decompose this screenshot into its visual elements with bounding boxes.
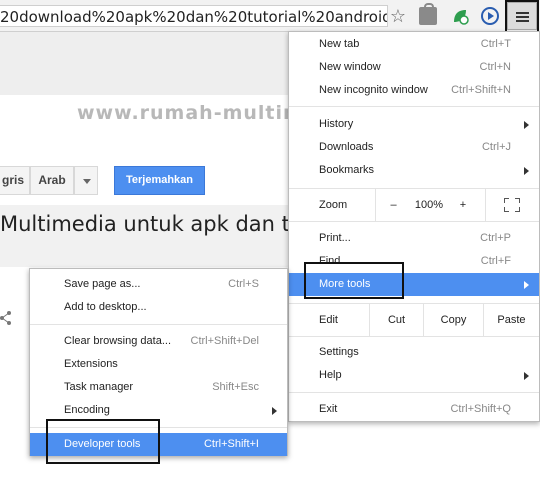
language-arab-button[interactable]: Arab [30, 166, 74, 195]
shopping-bag-icon[interactable] [419, 3, 437, 25]
submenu-item-add-to-desktop[interactable]: Add to desktop... [30, 296, 287, 319]
submenu-item-clear-browsing-data[interactable]: Clear browsing data... Ctrl+Shift+Del [30, 330, 287, 353]
leaf-extension-icon[interactable] [451, 7, 469, 25]
menu-item-history[interactable]: History [289, 113, 539, 136]
star-icon[interactable]: ☆ [387, 5, 409, 27]
copy-button[interactable]: Copy [423, 304, 483, 336]
language-english-button[interactable]: gris [0, 166, 30, 195]
menu-item-help[interactable]: Help [289, 364, 539, 387]
menu-divider [289, 106, 539, 107]
chevron-down-icon[interactable] [74, 166, 98, 195]
zoom-out-button[interactable]: – [375, 189, 411, 221]
chevron-right-icon [272, 407, 277, 415]
fullscreen-button[interactable] [485, 189, 539, 221]
menu-divider [30, 324, 287, 325]
translated-heading: Multimedia untuk apk dan t [0, 212, 290, 236]
browser-toolbar: 20download%20apk%20dan%20tutorial%20andr… [0, 0, 540, 32]
zoom-label: Zoom [319, 199, 348, 211]
fullscreen-icon [504, 198, 520, 212]
chevron-right-icon [524, 121, 529, 129]
share-icon[interactable] [0, 310, 12, 326]
menu-item-bookmarks[interactable]: Bookmarks [289, 159, 539, 182]
chevron-right-icon [524, 372, 529, 380]
page-header-bar [0, 32, 288, 95]
chevron-right-icon [524, 167, 529, 175]
menu-item-exit[interactable]: Exit Ctrl+Shift+Q [289, 398, 539, 421]
submenu-item-task-manager[interactable]: Task manager Shift+Esc [30, 376, 287, 399]
edit-row: Edit Cut Copy Paste [289, 303, 539, 337]
menu-item-settings[interactable]: Settings [289, 341, 539, 364]
play-icon[interactable] [481, 7, 499, 25]
zoom-in-button[interactable]: + [447, 189, 479, 221]
highlight-box-more-tools [304, 262, 404, 299]
chrome-main-menu: New tab Ctrl+T New window Ctrl+N New inc… [288, 31, 540, 422]
edit-label: Edit [319, 314, 338, 326]
menu-item-downloads[interactable]: Downloads Ctrl+J [289, 136, 539, 159]
menu-item-new-incognito-window[interactable]: New incognito window Ctrl+Shift+N [289, 79, 539, 102]
highlight-box-developer-tools [46, 419, 160, 464]
cut-button[interactable]: Cut [369, 304, 423, 336]
highlight-box-menu-button [505, 0, 539, 33]
menu-item-print[interactable]: Print... Ctrl+P [289, 227, 539, 250]
menu-item-new-window[interactable]: New window Ctrl+N [289, 56, 539, 79]
submenu-item-extensions[interactable]: Extensions [30, 353, 287, 376]
submenu-item-save-page[interactable]: Save page as... Ctrl+S [30, 273, 287, 296]
menu-item-new-tab[interactable]: New tab Ctrl+T [289, 33, 539, 56]
address-bar[interactable]: 20download%20apk%20dan%20tutorial%20andr… [0, 5, 388, 27]
paste-button[interactable]: Paste [483, 304, 539, 336]
chevron-right-icon [524, 281, 529, 289]
zoom-row: Zoom – 100% + [289, 188, 539, 222]
translate-button[interactable]: Terjemahkan [114, 166, 205, 195]
zoom-level: 100% [414, 199, 444, 211]
menu-divider [289, 392, 539, 393]
